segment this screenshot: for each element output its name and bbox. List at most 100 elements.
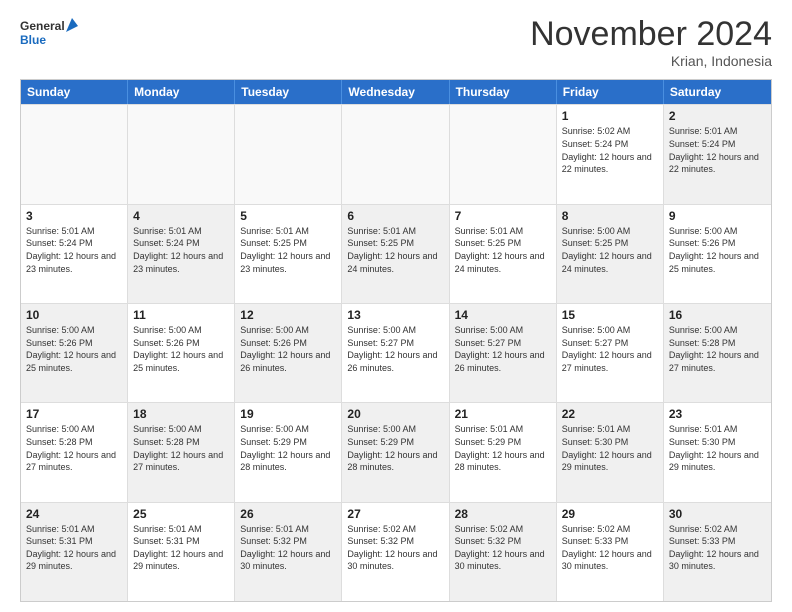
- day-info: Sunrise: 5:00 AM Sunset: 5:28 PM Dayligh…: [26, 423, 122, 473]
- day-number: 22: [562, 407, 658, 421]
- page: General Blue November 2024 Krian, Indone…: [0, 0, 792, 612]
- location: Krian, Indonesia: [530, 53, 772, 69]
- day-cell-27: 27 Sunrise: 5:02 AM Sunset: 5:32 PM Dayl…: [342, 503, 449, 601]
- day-cell-3: 3 Sunrise: 5:01 AM Sunset: 5:24 PM Dayli…: [21, 205, 128, 303]
- week-row-0: 1 Sunrise: 5:02 AM Sunset: 5:24 PM Dayli…: [21, 104, 771, 203]
- day-cell-25: 25 Sunrise: 5:01 AM Sunset: 5:31 PM Dayl…: [128, 503, 235, 601]
- week-row-1: 3 Sunrise: 5:01 AM Sunset: 5:24 PM Dayli…: [21, 204, 771, 303]
- day-number: 7: [455, 209, 551, 223]
- day-cell-13: 13 Sunrise: 5:00 AM Sunset: 5:27 PM Dayl…: [342, 304, 449, 402]
- day-info: Sunrise: 5:00 AM Sunset: 5:28 PM Dayligh…: [133, 423, 229, 473]
- day-info: Sunrise: 5:01 AM Sunset: 5:25 PM Dayligh…: [240, 225, 336, 275]
- day-number: 14: [455, 308, 551, 322]
- day-info: Sunrise: 5:02 AM Sunset: 5:24 PM Dayligh…: [562, 125, 658, 175]
- day-info: Sunrise: 5:01 AM Sunset: 5:31 PM Dayligh…: [26, 523, 122, 573]
- week-row-3: 17 Sunrise: 5:00 AM Sunset: 5:28 PM Dayl…: [21, 402, 771, 501]
- day-info: Sunrise: 5:01 AM Sunset: 5:25 PM Dayligh…: [455, 225, 551, 275]
- day-info: Sunrise: 5:00 AM Sunset: 5:26 PM Dayligh…: [240, 324, 336, 374]
- day-number: 11: [133, 308, 229, 322]
- day-cell-14: 14 Sunrise: 5:00 AM Sunset: 5:27 PM Dayl…: [450, 304, 557, 402]
- day-cell-20: 20 Sunrise: 5:00 AM Sunset: 5:29 PM Dayl…: [342, 403, 449, 501]
- calendar-header: Sunday Monday Tuesday Wednesday Thursday…: [21, 80, 771, 104]
- day-cell-22: 22 Sunrise: 5:01 AM Sunset: 5:30 PM Dayl…: [557, 403, 664, 501]
- header-thursday: Thursday: [450, 80, 557, 104]
- logo-svg: General Blue: [20, 16, 80, 54]
- day-number: 26: [240, 507, 336, 521]
- day-number: 17: [26, 407, 122, 421]
- week-row-4: 24 Sunrise: 5:01 AM Sunset: 5:31 PM Dayl…: [21, 502, 771, 601]
- day-info: Sunrise: 5:01 AM Sunset: 5:24 PM Dayligh…: [669, 125, 766, 175]
- day-number: 5: [240, 209, 336, 223]
- day-info: Sunrise: 5:00 AM Sunset: 5:25 PM Dayligh…: [562, 225, 658, 275]
- calendar: Sunday Monday Tuesday Wednesday Thursday…: [20, 79, 772, 602]
- day-number: 29: [562, 507, 658, 521]
- day-cell-7: 7 Sunrise: 5:01 AM Sunset: 5:25 PM Dayli…: [450, 205, 557, 303]
- day-cell-10: 10 Sunrise: 5:00 AM Sunset: 5:26 PM Dayl…: [21, 304, 128, 402]
- header-tuesday: Tuesday: [235, 80, 342, 104]
- day-cell-26: 26 Sunrise: 5:01 AM Sunset: 5:32 PM Dayl…: [235, 503, 342, 601]
- week-row-2: 10 Sunrise: 5:00 AM Sunset: 5:26 PM Dayl…: [21, 303, 771, 402]
- day-cell-4: 4 Sunrise: 5:01 AM Sunset: 5:24 PM Dayli…: [128, 205, 235, 303]
- day-info: Sunrise: 5:02 AM Sunset: 5:32 PM Dayligh…: [455, 523, 551, 573]
- day-number: 8: [562, 209, 658, 223]
- day-info: Sunrise: 5:02 AM Sunset: 5:33 PM Dayligh…: [669, 523, 766, 573]
- day-cell-empty-0-0: [21, 105, 128, 203]
- logo: General Blue: [20, 16, 80, 54]
- header-monday: Monday: [128, 80, 235, 104]
- day-number: 30: [669, 507, 766, 521]
- day-number: 2: [669, 109, 766, 123]
- day-cell-19: 19 Sunrise: 5:00 AM Sunset: 5:29 PM Dayl…: [235, 403, 342, 501]
- header-wednesday: Wednesday: [342, 80, 449, 104]
- day-info: Sunrise: 5:01 AM Sunset: 5:25 PM Dayligh…: [347, 225, 443, 275]
- day-info: Sunrise: 5:01 AM Sunset: 5:30 PM Dayligh…: [669, 423, 766, 473]
- day-cell-11: 11 Sunrise: 5:00 AM Sunset: 5:26 PM Dayl…: [128, 304, 235, 402]
- day-cell-16: 16 Sunrise: 5:00 AM Sunset: 5:28 PM Dayl…: [664, 304, 771, 402]
- day-cell-23: 23 Sunrise: 5:01 AM Sunset: 5:30 PM Dayl…: [664, 403, 771, 501]
- calendar-body: 1 Sunrise: 5:02 AM Sunset: 5:24 PM Dayli…: [21, 104, 771, 601]
- day-number: 19: [240, 407, 336, 421]
- month-title: November 2024: [530, 16, 772, 53]
- day-cell-12: 12 Sunrise: 5:00 AM Sunset: 5:26 PM Dayl…: [235, 304, 342, 402]
- day-cell-17: 17 Sunrise: 5:00 AM Sunset: 5:28 PM Dayl…: [21, 403, 128, 501]
- day-info: Sunrise: 5:01 AM Sunset: 5:30 PM Dayligh…: [562, 423, 658, 473]
- header-saturday: Saturday: [664, 80, 771, 104]
- day-cell-empty-0-1: [128, 105, 235, 203]
- svg-text:Blue: Blue: [20, 33, 46, 47]
- day-number: 23: [669, 407, 766, 421]
- day-info: Sunrise: 5:01 AM Sunset: 5:24 PM Dayligh…: [133, 225, 229, 275]
- day-number: 16: [669, 308, 766, 322]
- title-area: November 2024 Krian, Indonesia: [530, 16, 772, 69]
- day-number: 18: [133, 407, 229, 421]
- day-number: 6: [347, 209, 443, 223]
- day-info: Sunrise: 5:00 AM Sunset: 5:27 PM Dayligh…: [562, 324, 658, 374]
- day-info: Sunrise: 5:00 AM Sunset: 5:26 PM Dayligh…: [26, 324, 122, 374]
- day-info: Sunrise: 5:01 AM Sunset: 5:32 PM Dayligh…: [240, 523, 336, 573]
- day-info: Sunrise: 5:01 AM Sunset: 5:29 PM Dayligh…: [455, 423, 551, 473]
- day-number: 13: [347, 308, 443, 322]
- day-number: 28: [455, 507, 551, 521]
- day-info: Sunrise: 5:00 AM Sunset: 5:26 PM Dayligh…: [669, 225, 766, 275]
- day-cell-30: 30 Sunrise: 5:02 AM Sunset: 5:33 PM Dayl…: [664, 503, 771, 601]
- day-number: 15: [562, 308, 658, 322]
- day-info: Sunrise: 5:00 AM Sunset: 5:28 PM Dayligh…: [669, 324, 766, 374]
- day-cell-6: 6 Sunrise: 5:01 AM Sunset: 5:25 PM Dayli…: [342, 205, 449, 303]
- day-info: Sunrise: 5:01 AM Sunset: 5:31 PM Dayligh…: [133, 523, 229, 573]
- day-info: Sunrise: 5:01 AM Sunset: 5:24 PM Dayligh…: [26, 225, 122, 275]
- day-cell-empty-0-2: [235, 105, 342, 203]
- day-number: 21: [455, 407, 551, 421]
- day-info: Sunrise: 5:02 AM Sunset: 5:33 PM Dayligh…: [562, 523, 658, 573]
- day-cell-21: 21 Sunrise: 5:01 AM Sunset: 5:29 PM Dayl…: [450, 403, 557, 501]
- day-number: 1: [562, 109, 658, 123]
- day-number: 20: [347, 407, 443, 421]
- day-cell-1: 1 Sunrise: 5:02 AM Sunset: 5:24 PM Dayli…: [557, 105, 664, 203]
- day-info: Sunrise: 5:00 AM Sunset: 5:26 PM Dayligh…: [133, 324, 229, 374]
- header-friday: Friday: [557, 80, 664, 104]
- day-cell-empty-0-4: [450, 105, 557, 203]
- day-number: 25: [133, 507, 229, 521]
- day-info: Sunrise: 5:00 AM Sunset: 5:27 PM Dayligh…: [455, 324, 551, 374]
- header: General Blue November 2024 Krian, Indone…: [20, 16, 772, 69]
- day-number: 27: [347, 507, 443, 521]
- day-number: 24: [26, 507, 122, 521]
- day-cell-18: 18 Sunrise: 5:00 AM Sunset: 5:28 PM Dayl…: [128, 403, 235, 501]
- day-cell-29: 29 Sunrise: 5:02 AM Sunset: 5:33 PM Dayl…: [557, 503, 664, 601]
